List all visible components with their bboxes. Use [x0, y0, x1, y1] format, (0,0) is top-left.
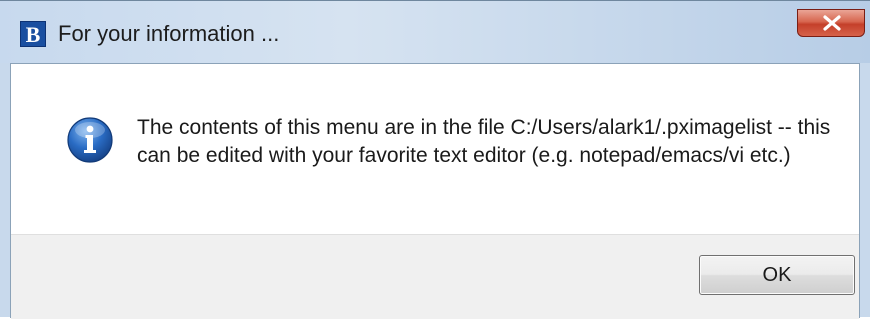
title-bar[interactable]: B For your information ...: [0, 1, 870, 63]
window-title: For your information ...: [58, 21, 280, 46]
message-text: The contents of this menu are in the fil…: [137, 116, 831, 167]
app-icon: B: [20, 21, 46, 47]
dialog-window: B For your information ... The contents …: [0, 0, 870, 319]
ok-button[interactable]: OK: [699, 255, 855, 295]
close-button[interactable]: [797, 9, 865, 37]
dialog-body: The contents of this menu are in the fil…: [10, 63, 860, 319]
button-bar: OK: [11, 234, 859, 319]
close-icon: [823, 15, 841, 31]
info-icon: [67, 117, 113, 163]
message-area: The contents of this menu are in the fil…: [11, 64, 859, 234]
